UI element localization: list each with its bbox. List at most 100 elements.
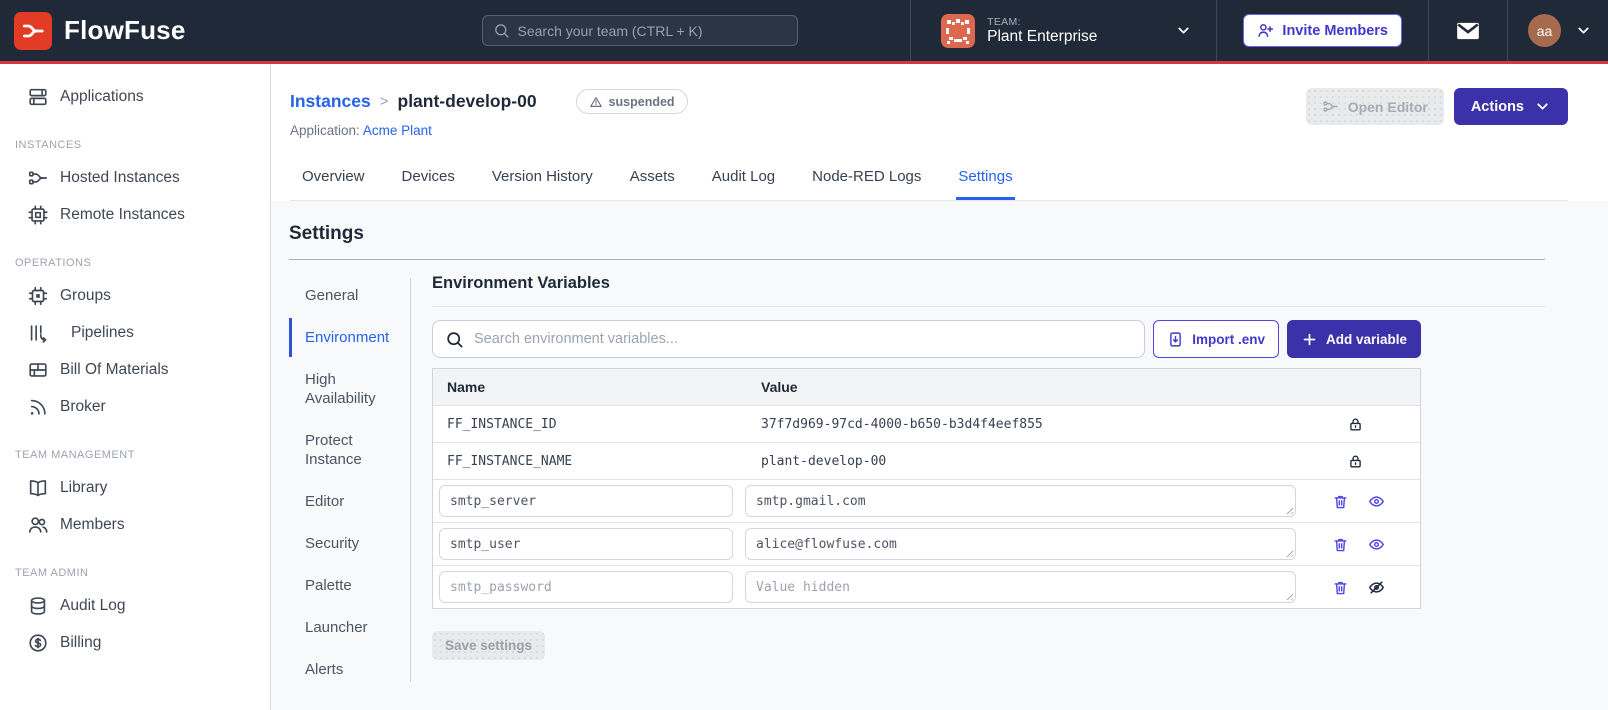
members-icon — [28, 516, 48, 533]
instance-name: plant-develop-00 — [397, 90, 537, 111]
applications-icon — [29, 88, 47, 105]
application-link[interactable]: Acme Plant — [363, 123, 432, 138]
settings-nav-environment[interactable]: Environment — [289, 318, 410, 357]
reveal-value-button[interactable] — [1368, 493, 1385, 510]
team-selector[interactable]: TEAM: Plant Enterprise — [911, 13, 1115, 48]
add-variable-button[interactable]: Add variable — [1286, 320, 1421, 358]
env-var-value-input[interactable] — [745, 571, 1296, 603]
flowfuse-logo-icon — [14, 11, 52, 50]
tab-assets[interactable]: Assets — [628, 158, 677, 200]
settings-nav-editor[interactable]: Editor — [289, 482, 410, 521]
sidebar-item-billing[interactable]: Billing — [0, 624, 270, 661]
sidebar-item-audit-log[interactable]: Audit Log — [0, 587, 270, 624]
user-plus-icon — [1258, 23, 1274, 37]
application-line: Application: Acme Plant — [290, 123, 688, 138]
warning-triangle-icon — [589, 96, 602, 107]
env-search-input[interactable] — [474, 331, 1133, 347]
env-var-value-input[interactable] — [745, 485, 1296, 517]
table-row: FF_INSTANCE_NAME plant-develop-00 — [433, 442, 1420, 479]
sidebar-item-label: Pipelines — [71, 323, 134, 341]
table-row — [433, 479, 1420, 522]
user-menu-toggle[interactable] — [1575, 22, 1592, 39]
delete-variable-button[interactable] — [1332, 579, 1349, 596]
groups-icon — [28, 286, 48, 305]
lock-icon — [1349, 455, 1361, 467]
settings-nav-launcher[interactable]: Launcher — [289, 608, 410, 647]
environment-panel: Environment Variables Import .env A — [411, 274, 1545, 692]
env-var-name: FF_INSTANCE_NAME — [447, 453, 573, 469]
settings-nav-high-availability[interactable]: High Availability — [289, 360, 379, 418]
team-label: TEAM: — [987, 15, 1021, 28]
trash-icon — [1333, 538, 1347, 551]
tab-overview[interactable]: Overview — [300, 158, 367, 200]
env-var-name-input[interactable] — [439, 571, 733, 603]
sidebar-item-groups[interactable]: Groups — [0, 277, 270, 314]
sidebar-item-pipelines[interactable]: Pipelines — [0, 314, 270, 351]
team-name: Plant Enterprise — [987, 27, 1098, 45]
save-settings-button[interactable]: Save settings — [432, 631, 546, 660]
team-dropdown-toggle[interactable] — [1115, 22, 1216, 39]
user-menu[interactable]: aa — [1508, 14, 1608, 47]
team-avatar — [941, 13, 976, 48]
sidebar-item-label: Broker — [60, 397, 106, 415]
delete-variable-button[interactable] — [1332, 536, 1349, 553]
column-header-name: Name — [447, 379, 486, 395]
env-var-name-input[interactable] — [439, 528, 733, 560]
sidebar-section-operations: OPERATIONS — [15, 257, 92, 269]
sidebar-item-members[interactable]: Members — [0, 506, 270, 543]
mail-icon — [1457, 22, 1479, 39]
sidebar-item-library[interactable]: Library — [0, 469, 270, 506]
tab-devices[interactable]: Devices — [400, 158, 457, 200]
library-icon — [29, 479, 47, 496]
import-env-button[interactable]: Import .env — [1153, 320, 1279, 358]
tab-version-history[interactable]: Version History — [490, 158, 595, 200]
eye-off-icon — [1368, 580, 1384, 594]
table-row — [433, 522, 1420, 565]
settings-nav-security[interactable]: Security — [289, 524, 410, 563]
sidebar-item-bill-of-materials[interactable]: Bill Of Materials — [0, 351, 270, 388]
reveal-value-button[interactable] — [1368, 536, 1385, 553]
remote-instances-icon — [28, 204, 48, 225]
trash-icon — [1333, 581, 1347, 594]
open-editor-button[interactable]: Open Editor — [1305, 88, 1444, 125]
settings-nav-general[interactable]: General — [289, 276, 410, 315]
env-var-value: 37f7d969-97cd-4000-b650-b3d4f4eef855 — [761, 416, 1043, 432]
settings-nav-palette[interactable]: Palette — [289, 566, 410, 605]
notifications-button[interactable] — [1429, 18, 1507, 44]
hidden-value-button[interactable] — [1368, 579, 1385, 596]
brand[interactable]: FlowFuse — [0, 11, 206, 50]
breadcrumb: Instances > plant-develop-00 suspended — [290, 88, 688, 114]
sidebar-item-broker[interactable]: Broker — [0, 388, 270, 425]
sidebar-item-hosted-instances[interactable]: Hosted Instances — [0, 159, 270, 196]
actions-button[interactable]: Actions — [1453, 88, 1568, 125]
global-search[interactable] — [481, 15, 798, 46]
settings-nav-protect-instance[interactable]: Protect Instance — [289, 421, 369, 479]
trash-icon — [1333, 495, 1347, 508]
settings-nav-alerts[interactable]: Alerts — [289, 650, 410, 689]
global-search-input[interactable] — [517, 22, 787, 39]
env-variables-table: Name Value FF_INSTANCE_ID 37f7d969-97cd-… — [432, 368, 1421, 609]
sidebar-item-label: Billing — [60, 633, 102, 651]
env-var-value-input[interactable] — [745, 528, 1296, 560]
env-search[interactable] — [432, 320, 1146, 358]
env-var-name-input[interactable] — [439, 485, 733, 517]
hosted-instances-icon — [28, 170, 48, 185]
sidebar-item-label: Library — [60, 478, 108, 496]
breadcrumb-instances-link[interactable]: Instances — [290, 91, 371, 112]
tab-audit-log[interactable]: Audit Log — [710, 158, 777, 200]
eye-icon — [1368, 538, 1384, 550]
tab-settings[interactable]: Settings — [956, 158, 1015, 200]
bill-of-materials-icon — [29, 362, 47, 377]
sidebar-item-applications[interactable]: Applications — [0, 78, 270, 115]
search-icon — [447, 331, 463, 347]
sidebar-section-instances: INSTANCES — [15, 139, 82, 151]
sidebar-item-remote-instances[interactable]: Remote Instances — [0, 196, 270, 233]
tab-node-red-logs[interactable]: Node-RED Logs — [810, 158, 923, 200]
delete-variable-button[interactable] — [1332, 493, 1349, 510]
chevron-down-icon — [1537, 103, 1548, 110]
broker-icon — [30, 399, 46, 415]
sidebar-item-label: Applications — [60, 87, 144, 105]
invite-members-button[interactable]: Invite Members — [1243, 14, 1402, 47]
sidebar-item-label: Members — [60, 515, 125, 533]
billing-icon — [29, 633, 47, 652]
